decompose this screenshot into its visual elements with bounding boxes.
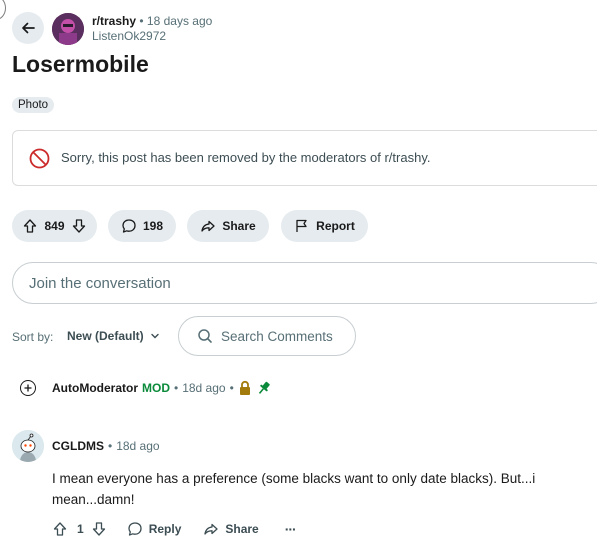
downvote-icon[interactable] [71,218,87,234]
upvote-icon[interactable] [22,218,38,234]
comment-author[interactable]: AutoModerator [52,381,138,395]
meta-separator: • [108,439,113,453]
lock-icon [238,380,252,396]
post-meta: r/trashy • 18 days ago ListenOk2972 [92,14,212,44]
arrow-left-icon [20,20,36,36]
expand-comment-button[interactable] [20,380,36,396]
subreddit-avatar[interactable] [52,13,84,45]
comment-vote-count: 1 [77,522,84,536]
comment-author[interactable]: CGLDMS [52,439,104,453]
post-author[interactable]: ListenOk2972 [92,29,166,43]
post-title: Losermobile [12,51,149,77]
comment-share-label: Share [225,522,259,536]
post-time: 18 days ago [146,14,213,28]
pin-icon [256,380,272,396]
search-comments-input[interactable]: Search Comments [178,316,356,356]
downvote-icon[interactable] [91,521,107,537]
comments-count: 198 [142,219,164,233]
subreddit-link[interactable]: r/trashy [92,14,136,28]
meta-separator: • [174,381,179,395]
reply-button[interactable]: Reply [127,521,182,537]
comment-icon [127,521,143,537]
reply-label: Reply [148,522,182,536]
comment-body: I mean everyone has a preference (some b… [52,471,536,507]
mod-badge: MOD [142,381,170,395]
share-button[interactable]: Share [187,210,269,242]
comment-actions: 1 Reply Share ··· [52,519,297,539]
comment-time: 18d ago [116,439,160,453]
join-conversation-input[interactable]: Join the conversation [12,262,597,304]
join-conversation-placeholder: Join the conversation [29,275,171,292]
partial-circle [0,0,6,20]
comment-share-button[interactable]: Share [203,521,259,537]
automod-comment-header: AutoModerator MOD • 18d ago • [52,380,272,396]
search-comments-placeholder: Search Comments [221,329,333,344]
share-icon [200,218,216,234]
meta-separator: • [229,381,234,395]
share-label: Share [222,219,256,233]
removed-notice-box: Sorry, this post has been removed by the… [12,130,597,186]
sort-label: Sort by: [12,330,54,344]
removed-icon [29,148,50,169]
plus-icon [24,384,32,392]
sort-dropdown[interactable]: New (Default) [67,329,160,343]
vote-count: 849 [44,219,65,233]
flag-icon [294,218,310,234]
flair-badge[interactable]: Photo [12,97,55,113]
upvote-icon[interactable] [52,521,68,537]
report-label: Report [316,219,355,233]
share-icon [203,521,219,537]
comments-button[interactable]: 198 [108,210,176,242]
removed-notice-text: Sorry, this post has been removed by the… [61,150,431,165]
sort-value: New (Default) [67,329,144,343]
vote-pill: 849 [12,210,97,242]
search-icon [197,328,213,344]
meta-separator: • [139,14,144,28]
more-options-icon[interactable]: ··· [285,521,297,537]
back-button[interactable] [12,12,44,44]
report-button[interactable]: Report [281,210,368,242]
comment-header: CGLDMS • 18d ago [52,439,160,453]
comment-time: 18d ago [182,381,226,395]
comment-icon [121,218,137,234]
avatar[interactable] [12,430,44,462]
chevron-down-icon [150,331,160,341]
